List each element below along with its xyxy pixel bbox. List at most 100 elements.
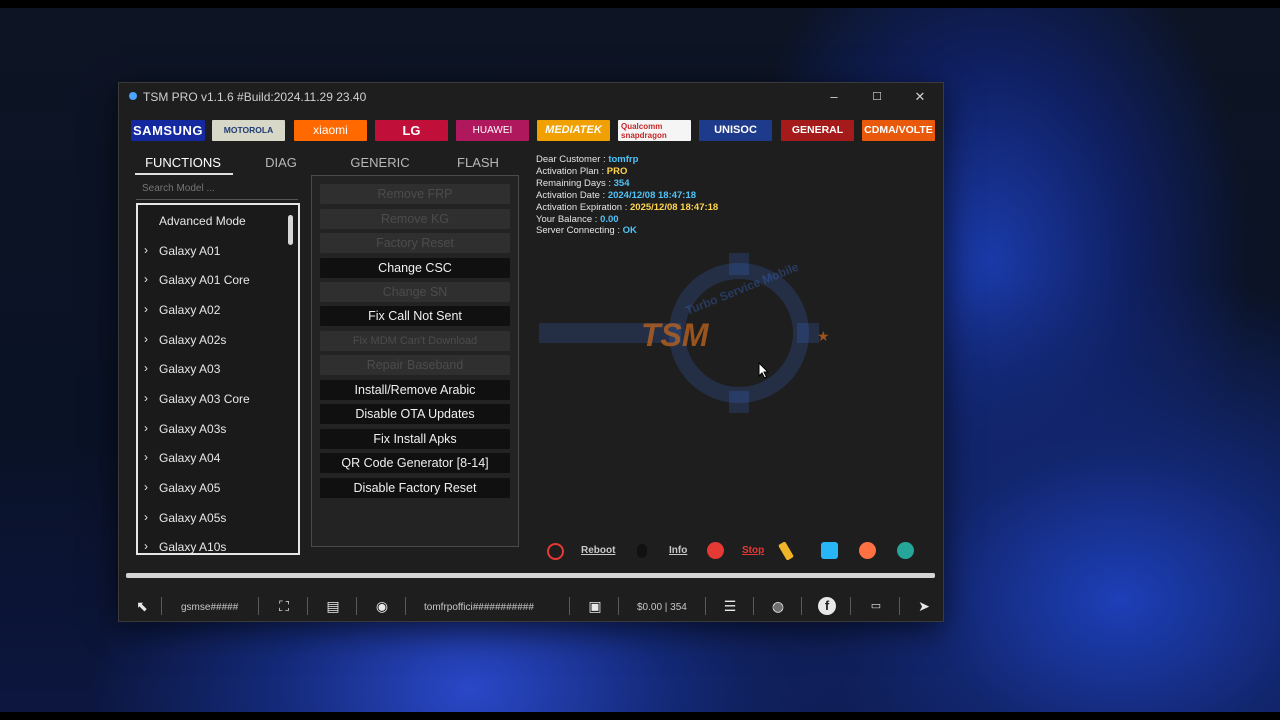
user-icon[interactable]: ◉ bbox=[373, 597, 391, 615]
reboot-link[interactable]: Reboot bbox=[581, 545, 615, 556]
list-item[interactable]: › Galaxy A02s bbox=[138, 328, 288, 352]
mouse-pointer-icon bbox=[758, 362, 770, 379]
device-icon[interactable] bbox=[637, 544, 647, 558]
maximize-button[interactable]: ☐ bbox=[862, 87, 892, 107]
title-bar[interactable]: TSM PRO v1.1.6 #Build:2024.11.29 23.40 –… bbox=[119, 83, 943, 111]
list-item[interactable]: › Galaxy A03s bbox=[138, 417, 288, 441]
search-model-input[interactable] bbox=[136, 180, 310, 196]
chevron-right-icon: › bbox=[144, 480, 148, 494]
list-item[interactable]: › Galaxy A05s bbox=[138, 506, 288, 530]
brand-huawei-button[interactable]: HUAWEI bbox=[456, 120, 529, 141]
globe-icon[interactable]: ◍ bbox=[769, 597, 787, 615]
list-item[interactable]: › Galaxy A03 Core bbox=[138, 387, 288, 411]
broom-icon[interactable] bbox=[778, 541, 794, 561]
brand-cdma-volte-button[interactable]: CDMA/VOLTE bbox=[862, 120, 935, 141]
info-label: Activation Plan : bbox=[536, 165, 607, 177]
tab-functions[interactable]: FUNCTIONS bbox=[135, 155, 231, 170]
model-label: Galaxy A03 Core bbox=[159, 392, 250, 406]
model-label: Galaxy A05 bbox=[159, 481, 221, 495]
tab-bar: FUNCTIONS DIAG GENERIC FLASH bbox=[135, 155, 531, 173]
divider bbox=[307, 597, 308, 615]
search-underline bbox=[136, 199, 298, 200]
model-label: Galaxy A03s bbox=[159, 422, 227, 436]
qr-code-generator-button[interactable]: QR Code Generator [8-14] bbox=[320, 453, 510, 473]
brand-motorola-button[interactable]: MOTOROLA bbox=[212, 120, 285, 141]
letterbox-bottom bbox=[0, 712, 1280, 720]
list-item-advanced-mode[interactable]: Advanced Mode bbox=[138, 209, 288, 233]
brand-samsung-button[interactable]: SAMSUNG bbox=[131, 120, 205, 141]
brand-mediatek-button[interactable]: MEDIATEK bbox=[537, 120, 610, 141]
model-label: Galaxy A05s bbox=[159, 511, 227, 525]
install-remove-arabic-button[interactable]: Install/Remove Arabic bbox=[320, 380, 510, 400]
list-item[interactable]: › Galaxy A02 bbox=[138, 298, 288, 322]
tab-flash[interactable]: FLASH bbox=[430, 155, 526, 170]
screenshot-icon[interactable]: ⛶ bbox=[275, 597, 293, 615]
info-value: tomfrp bbox=[608, 154, 639, 165]
list-item[interactable]: › Galaxy A01 Core bbox=[138, 268, 288, 292]
fix-mdm-button[interactable]: Fix MDM Can't Download bbox=[320, 331, 510, 351]
stop-link[interactable]: Stop bbox=[742, 545, 764, 556]
close-button[interactable]: ✕ bbox=[905, 87, 935, 107]
divider bbox=[899, 597, 900, 615]
brand-xiaomi-button[interactable]: xiaomi bbox=[294, 120, 367, 141]
info-link[interactable]: Info bbox=[669, 545, 687, 556]
settings-tool-icon[interactable] bbox=[859, 542, 876, 559]
hardware-icon[interactable]: ▤ bbox=[324, 597, 342, 615]
divider bbox=[801, 597, 802, 615]
list-item[interactable]: › Galaxy A01 bbox=[138, 239, 288, 263]
tsm-watermark-logo: TSM Turbo Service Mobile ★ bbox=[539, 253, 830, 413]
info-plan: Activation Plan : PRO bbox=[536, 166, 718, 178]
info-value: 0.00 bbox=[600, 213, 619, 225]
screen-icon[interactable] bbox=[821, 542, 838, 559]
divider bbox=[618, 597, 619, 615]
tab-generic[interactable]: GENERIC bbox=[332, 155, 428, 170]
brand-lg-button[interactable]: LG bbox=[375, 120, 448, 141]
list-scrollbar[interactable] bbox=[288, 215, 293, 245]
progress-fill bbox=[126, 573, 935, 578]
chevron-right-icon: › bbox=[144, 243, 148, 257]
brand-general-button[interactable]: GENERAL bbox=[781, 120, 854, 141]
change-sn-button[interactable]: Change SN bbox=[320, 282, 510, 302]
functions-panel: Remove FRP Remove KG Factory Reset Chang… bbox=[311, 175, 519, 547]
money-icon[interactable]: ▣ bbox=[586, 597, 604, 615]
info-label: Your Balance : bbox=[536, 213, 601, 225]
fix-install-apks-button[interactable]: Fix Install Apks bbox=[320, 429, 510, 449]
chevron-right-icon: › bbox=[144, 272, 148, 286]
remove-frp-button[interactable]: Remove FRP bbox=[320, 184, 510, 204]
info-label: Dear Customer : bbox=[536, 154, 609, 165]
minimize-button[interactable]: – bbox=[819, 87, 849, 107]
letterbox-top bbox=[0, 0, 1280, 8]
power-icon[interactable] bbox=[547, 543, 564, 560]
info-value: OK bbox=[622, 225, 637, 237]
model-list[interactable]: Advanced Mode › Galaxy A01 › Galaxy A01 … bbox=[136, 203, 300, 555]
remove-kg-button[interactable]: Remove KG bbox=[320, 209, 510, 229]
disable-ota-updates-button[interactable]: Disable OTA Updates bbox=[320, 404, 510, 424]
facebook-icon[interactable]: f bbox=[818, 597, 836, 615]
brand-qualcomm-button[interactable]: Qualcomm snapdragon bbox=[618, 120, 691, 141]
username-text: gsmse##### bbox=[181, 602, 239, 613]
star-icon: ★ bbox=[817, 328, 830, 344]
list-item[interactable]: › Galaxy A05 bbox=[138, 476, 288, 500]
stop-sign-icon[interactable] bbox=[707, 542, 724, 559]
change-csc-button[interactable]: Change CSC bbox=[320, 258, 510, 278]
status-bar: ⬉ gsmse##### ⛶ ▤ ◉ tomfrpoffici#########… bbox=[119, 591, 943, 621]
factory-reset-button[interactable]: Factory Reset bbox=[320, 233, 510, 253]
tab-diag[interactable]: DIAG bbox=[233, 155, 329, 170]
model-label: Galaxy A02s bbox=[159, 333, 227, 347]
tools-icon[interactable] bbox=[897, 542, 914, 559]
youtube-icon[interactable]: ▭ bbox=[867, 597, 885, 615]
disable-factory-reset-button[interactable]: Disable Factory Reset bbox=[320, 478, 510, 498]
cursor-select-icon[interactable]: ⬉ bbox=[133, 597, 151, 615]
list-item[interactable]: › Galaxy A03 bbox=[138, 357, 288, 381]
progress-bar bbox=[126, 573, 935, 578]
info-value: PRO bbox=[606, 165, 628, 177]
info-value: 2025/12/08 18:47:18 bbox=[630, 201, 719, 213]
divider bbox=[356, 597, 357, 615]
log-icon[interactable]: ☰ bbox=[721, 597, 739, 615]
list-item[interactable]: › Galaxy A10s bbox=[138, 535, 288, 553]
brand-unisoc-button[interactable]: UNISOC bbox=[699, 120, 772, 141]
list-item[interactable]: › Galaxy A04 bbox=[138, 446, 288, 470]
repair-baseband-button[interactable]: Repair Baseband bbox=[320, 355, 510, 375]
fix-call-not-sent-button[interactable]: Fix Call Not Sent bbox=[320, 306, 510, 326]
telegram-icon[interactable]: ➤ bbox=[915, 597, 933, 615]
